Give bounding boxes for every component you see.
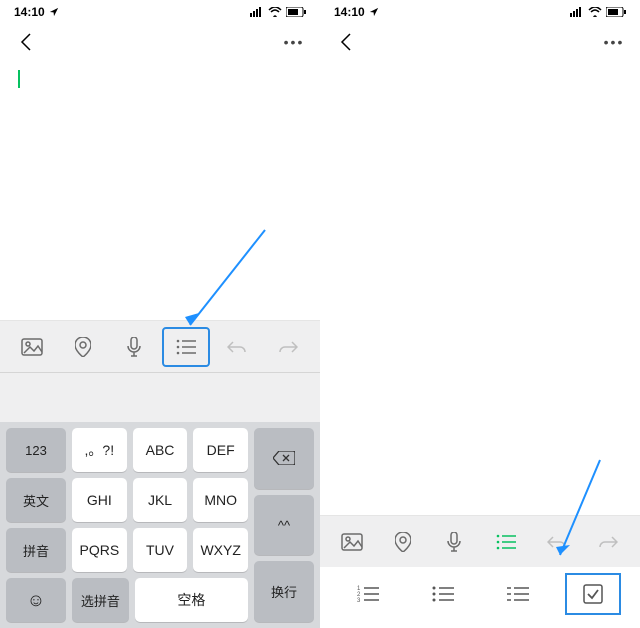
key-abc[interactable]: ABC <box>133 428 188 472</box>
more-button[interactable]: ••• <box>282 30 306 54</box>
status-time: 14:10 <box>334 5 379 19</box>
svg-text:3: 3 <box>357 598 361 603</box>
location-arrow-icon <box>49 7 59 17</box>
key-jkl[interactable]: JKL <box>133 478 188 522</box>
wifi-icon <box>268 7 282 17</box>
undo-icon[interactable] <box>533 522 581 562</box>
key-mno[interactable]: MNO <box>193 478 248 522</box>
location-icon[interactable] <box>59 327 107 367</box>
key-select-pinyin[interactable]: 选拼音 <box>72 578 129 622</box>
bullet-list-icon[interactable] <box>415 573 471 615</box>
key-def[interactable]: DEF <box>193 428 248 472</box>
time-text: 14:10 <box>334 5 365 19</box>
back-button[interactable] <box>334 30 358 54</box>
phone-right: 14:10 ••• <box>320 0 640 622</box>
chevron-left-icon <box>340 33 352 51</box>
redo-icon[interactable] <box>584 522 632 562</box>
key-123[interactable]: 123 <box>6 428 66 472</box>
signal-icon <box>570 7 584 17</box>
key-return[interactable]: 换行 <box>254 561 314 622</box>
phone-left: 14:10 ••• <box>0 0 320 622</box>
list-icon[interactable] <box>162 327 210 367</box>
key-english[interactable]: 英文 <box>6 478 66 522</box>
note-editor[interactable] <box>0 60 320 320</box>
key-pqrs[interactable]: PQRS <box>72 528 127 572</box>
key-backspace[interactable] <box>254 428 314 489</box>
mic-icon[interactable] <box>430 522 478 562</box>
mic-icon[interactable] <box>110 327 158 367</box>
location-icon[interactable] <box>379 522 427 562</box>
status-right <box>570 7 626 17</box>
keyboard: 123 英文 拼音 ☺ ,。?! ABC DEF GHI JKL MNO PQR… <box>0 422 320 628</box>
image-icon[interactable] <box>8 327 56 367</box>
key-caret[interactable]: ^^ <box>254 495 314 556</box>
signal-icon <box>250 7 264 17</box>
chevron-left-icon <box>20 33 32 51</box>
checklist-icon[interactable] <box>565 573 621 615</box>
redo-icon[interactable] <box>264 327 312 367</box>
note-editor[interactable] <box>320 60 640 515</box>
battery-icon <box>606 7 626 17</box>
undo-icon[interactable] <box>213 327 261 367</box>
editor-toolbar <box>320 515 640 567</box>
nav-bar: ••• <box>320 24 640 60</box>
text-cursor <box>18 70 20 88</box>
numbered-list-icon[interactable]: 123 <box>340 573 396 615</box>
key-pinyin[interactable]: 拼音 <box>6 528 66 572</box>
backspace-icon <box>273 451 295 465</box>
key-punct[interactable]: ,。?! <box>72 428 127 472</box>
key-wxyz[interactable]: WXYZ <box>193 528 248 572</box>
status-time: 14:10 <box>14 5 59 19</box>
status-bar: 14:10 <box>320 0 640 24</box>
status-bar: 14:10 <box>0 0 320 24</box>
location-arrow-icon <box>369 7 379 17</box>
list-icon[interactable] <box>482 522 530 562</box>
key-ghi[interactable]: GHI <box>72 478 127 522</box>
key-space[interactable]: 空格 <box>135 578 248 622</box>
key-emoji[interactable]: ☺ <box>6 578 66 622</box>
image-icon[interactable] <box>328 522 376 562</box>
back-button[interactable] <box>14 30 38 54</box>
keyboard-candidate-bar <box>0 372 320 422</box>
nav-bar: ••• <box>0 24 320 60</box>
more-button[interactable]: ••• <box>602 30 626 54</box>
dash-list-icon[interactable] <box>490 573 546 615</box>
status-right <box>250 7 306 17</box>
battery-icon <box>286 7 306 17</box>
list-style-toolbar: 123 <box>320 567 640 621</box>
wifi-icon <box>588 7 602 17</box>
editor-toolbar <box>0 320 320 372</box>
key-tuv[interactable]: TUV <box>133 528 188 572</box>
time-text: 14:10 <box>14 5 45 19</box>
